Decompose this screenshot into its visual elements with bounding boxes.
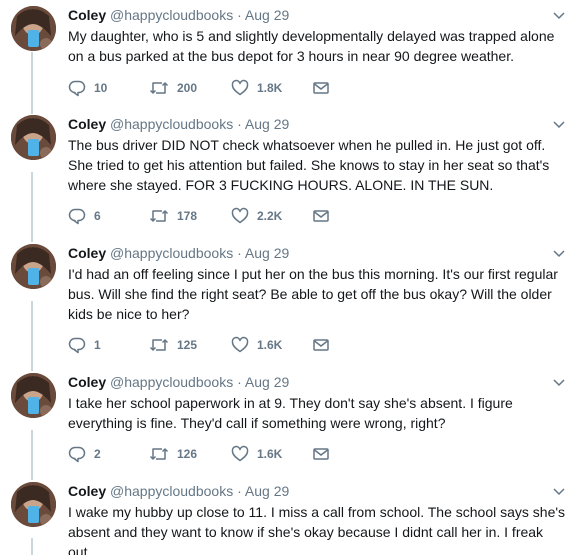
retweet-icon	[149, 210, 169, 222]
reply-button[interactable]: 10	[68, 78, 107, 98]
retweet-count: 178	[177, 209, 198, 223]
author-name[interactable]: Coley	[68, 7, 106, 23]
tweet[interactable]: Coley @happycloudbooks · Aug 29 I take h…	[0, 373, 574, 473]
direct-message-button[interactable]	[312, 78, 330, 98]
reply-button[interactable]: 1	[68, 335, 101, 355]
author-handle[interactable]: @happycloudbooks	[110, 374, 233, 390]
author-name[interactable]: Coley	[68, 245, 106, 261]
envelope-icon	[313, 448, 329, 460]
tweet[interactable]: Coley @happycloudbooks · Aug 29 My daugh…	[0, 6, 574, 106]
tweet-date[interactable]: Aug 29	[245, 7, 289, 23]
tweet-text: I wake my hubby up close to 11. I miss a…	[68, 504, 566, 555]
tweet-text: My daughter, who is 5 and slightly devel…	[68, 28, 555, 64]
direct-message-button[interactable]	[312, 206, 330, 226]
author-name[interactable]: Coley	[68, 483, 106, 499]
chevron-down-icon[interactable]	[552, 377, 566, 389]
tweet-text: I take her school paperwork in at 9. The…	[68, 395, 513, 431]
like-button[interactable]: 2.2K	[231, 206, 282, 226]
retweet-button[interactable]: 178	[149, 206, 197, 226]
author-name[interactable]: Coley	[68, 374, 106, 390]
chevron-down-icon[interactable]	[552, 248, 566, 260]
reply-icon	[68, 337, 86, 354]
reply-button[interactable]: 2	[68, 444, 101, 464]
chevron-down-icon[interactable]	[552, 10, 566, 22]
retweet-button[interactable]: 125	[149, 335, 197, 355]
author-handle[interactable]: @happycloudbooks	[110, 483, 233, 499]
retweet-count: 125	[177, 338, 198, 352]
reply-count: 10	[94, 81, 108, 95]
chevron-down-icon[interactable]	[552, 486, 566, 498]
tweet-header: Coley @happycloudbooks · Aug 29	[68, 373, 289, 391]
retweet-icon	[149, 339, 169, 351]
envelope-icon	[313, 339, 329, 351]
tweet-header: Coley @happycloudbooks · Aug 29	[68, 115, 289, 133]
avatar[interactable]	[11, 373, 56, 418]
separator: ·	[237, 483, 242, 499]
heart-icon	[231, 207, 249, 224]
envelope-icon	[313, 82, 329, 94]
like-count: 1.6K	[257, 338, 283, 352]
tweet-header: Coley @happycloudbooks · Aug 29	[68, 482, 289, 500]
reply-icon	[68, 80, 86, 97]
retweet-button[interactable]: 126	[149, 444, 197, 464]
like-count: 1.8K	[257, 81, 283, 95]
retweet-icon	[149, 82, 169, 94]
separator: ·	[237, 116, 242, 132]
direct-message-button[interactable]	[312, 335, 330, 355]
separator: ·	[237, 7, 242, 23]
author-handle[interactable]: @happycloudbooks	[110, 116, 233, 132]
reply-icon	[68, 446, 86, 463]
reply-button[interactable]: 6	[68, 206, 101, 226]
reply-icon	[68, 208, 86, 225]
retweet-icon	[149, 448, 169, 460]
retweet-button[interactable]: 200	[149, 78, 197, 98]
like-count: 2.2K	[257, 209, 283, 223]
heart-icon	[231, 79, 249, 96]
tweet-date[interactable]: Aug 29	[245, 116, 289, 132]
author-handle[interactable]: @happycloudbooks	[110, 245, 233, 261]
heart-icon	[231, 336, 249, 353]
avatar[interactable]	[11, 244, 56, 289]
tweet[interactable]: Coley @happycloudbooks · Aug 29 I'd had …	[0, 244, 574, 364]
tweet-date[interactable]: Aug 29	[245, 374, 289, 390]
direct-message-button[interactable]	[312, 444, 330, 464]
chevron-down-icon[interactable]	[552, 119, 566, 131]
separator: ·	[237, 374, 242, 390]
tweet-header: Coley @happycloudbooks · Aug 29	[68, 244, 289, 262]
like-button[interactable]: 1.6K	[231, 444, 282, 464]
reply-count: 1	[94, 338, 101, 352]
separator: ·	[237, 245, 242, 261]
heart-icon	[231, 445, 249, 462]
like-button[interactable]: 1.6K	[231, 335, 282, 355]
envelope-icon	[313, 210, 329, 222]
tweet-header: Coley @happycloudbooks · Aug 29	[68, 6, 289, 24]
tweet-date[interactable]: Aug 29	[245, 483, 289, 499]
tweet-date[interactable]: Aug 29	[245, 245, 289, 261]
tweet-text: I'd had an off feeling since I put her o…	[68, 266, 558, 322]
retweet-count: 200	[177, 81, 198, 95]
tweet[interactable]: Coley @happycloudbooks · Aug 29 The bus …	[0, 115, 574, 235]
avatar[interactable]	[11, 482, 56, 527]
avatar[interactable]	[11, 115, 56, 160]
reply-count: 6	[94, 209, 101, 223]
author-name[interactable]: Coley	[68, 116, 106, 132]
like-count: 1.6K	[257, 447, 283, 461]
tweet-text: The bus driver DID NOT check whatsoever …	[68, 137, 550, 193]
reply-count: 2	[94, 447, 101, 461]
avatar[interactable]	[11, 6, 56, 51]
like-button[interactable]: 1.8K	[231, 78, 282, 98]
retweet-count: 126	[177, 447, 198, 461]
author-handle[interactable]: @happycloudbooks	[110, 7, 233, 23]
tweet[interactable]: Coley @happycloudbooks · Aug 29 I wake m…	[0, 482, 574, 555]
